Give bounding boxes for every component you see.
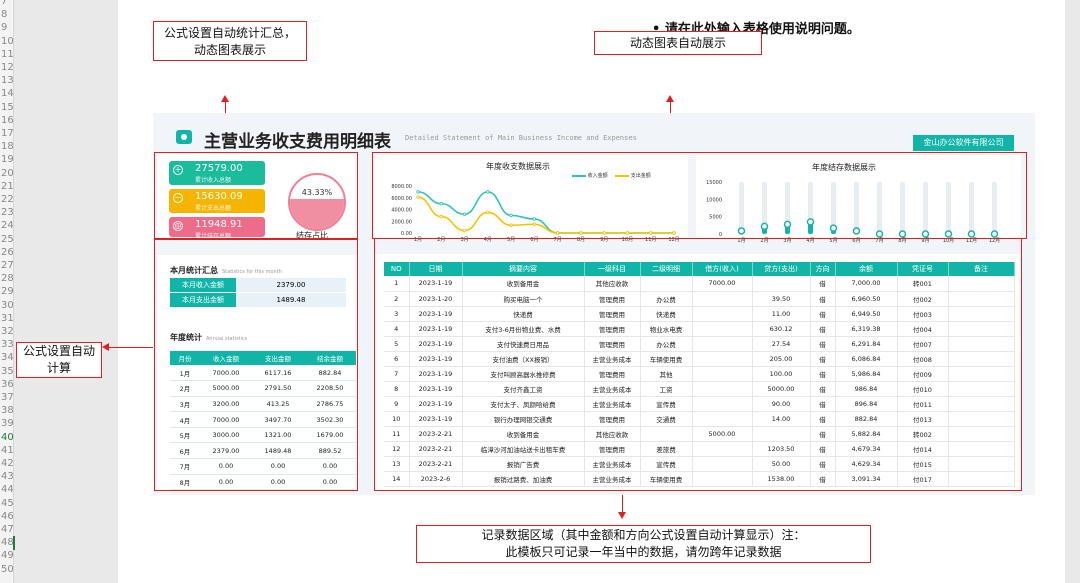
- row-number[interactable]: 27: [1, 260, 14, 272]
- row-number[interactable]: 8: [1, 9, 7, 21]
- row-number[interactable]: 36: [1, 379, 14, 391]
- row-number[interactable]: 26: [1, 247, 14, 259]
- row-number[interactable]: 7: [1, 0, 7, 8]
- row-number[interactable]: 12: [1, 62, 14, 74]
- row-number[interactable]: 40: [1, 432, 14, 444]
- row-number[interactable]: 19: [1, 154, 14, 166]
- callout-auto-calc: 公式设置自动计算: [16, 342, 102, 378]
- spreadsheet-window: 7 8 9 10 11 12 13 14 15 16 17 18 19 20 21 22 23 24 25 26 27 2…: [0, 0, 1080, 583]
- callout-dynamic-chart: 动态图表自动展示: [594, 31, 762, 55]
- row-number[interactable]: 23: [1, 207, 14, 219]
- row-number[interactable]: 37: [1, 392, 14, 404]
- connector-line: [109, 347, 154, 348]
- row-number[interactable]: 41: [1, 445, 14, 457]
- highlight-charts: [372, 152, 1027, 239]
- arrow-up-icon: [666, 95, 674, 102]
- row-number[interactable]: 15: [1, 102, 14, 114]
- report-icon: [176, 130, 192, 144]
- row-number[interactable]: 42: [1, 458, 14, 470]
- row-number[interactable]: 30: [1, 300, 14, 312]
- row-number[interactable]: 39: [1, 418, 14, 430]
- company-badge: 金山办公软件有限公司: [913, 135, 1014, 151]
- row-number[interactable]: 10: [1, 36, 14, 48]
- row-number[interactable]: 46: [1, 511, 14, 523]
- row-number[interactable]: 13: [1, 75, 14, 87]
- highlight-summary: [154, 152, 358, 240]
- row-number[interactable]: 17: [1, 128, 14, 140]
- row-number[interactable]: 49: [1, 550, 14, 562]
- row-number[interactable]: 34: [1, 352, 14, 364]
- row-number[interactable]: 31: [1, 313, 14, 325]
- row-number-gutter: 7 8 9 10 11 12 13 14 15 16 17 18 19 20 21 22 23 24 25 26 27 2…: [0, 0, 14, 583]
- row-number[interactable]: 44: [1, 484, 14, 496]
- dashboard-title: 主营业务收支费用明细表: [204, 132, 391, 152]
- highlight-detail: [374, 238, 1022, 491]
- row-number[interactable]: 35: [1, 366, 14, 378]
- row-number[interactable]: 9: [1, 22, 7, 34]
- callout-record-area: 记录数据区域（其中金额和方向公式设置自动计算显示）注：此模板只可记录一年当中的数…: [416, 525, 871, 563]
- arrow-up-icon: [221, 95, 229, 102]
- row-number[interactable]: 18: [1, 141, 14, 153]
- row-number[interactable]: 38: [1, 405, 14, 417]
- row-number[interactable]: 33: [1, 339, 14, 351]
- row-number[interactable]: 20: [1, 168, 14, 180]
- row-number[interactable]: 21: [1, 181, 14, 193]
- row-number[interactable]: 48: [1, 537, 14, 549]
- row-number[interactable]: 25: [1, 234, 14, 246]
- arrow-left-icon: [102, 343, 109, 351]
- row-number[interactable]: 43: [1, 471, 14, 483]
- dashboard-subtitle: Detailed Statement of Main Business Inco…: [405, 134, 637, 142]
- row-number[interactable]: 16: [1, 115, 14, 127]
- row-number[interactable]: 32: [1, 326, 14, 338]
- row-number[interactable]: 45: [1, 498, 14, 510]
- callout-summary: 公式设置自动统计汇总，动态图表展示: [153, 21, 307, 61]
- row-number[interactable]: 22: [1, 194, 14, 206]
- row-number[interactable]: 28: [1, 273, 14, 285]
- row-number[interactable]: 11: [1, 49, 14, 61]
- row-number[interactable]: 47: [1, 524, 14, 536]
- row-number[interactable]: 24: [1, 220, 14, 232]
- highlight-stats: [154, 238, 358, 491]
- arrow-down-icon: [618, 512, 626, 519]
- row-number[interactable]: 29: [1, 286, 14, 298]
- row-number[interactable]: 50: [1, 564, 14, 576]
- row-number[interactable]: 14: [1, 88, 14, 100]
- active-row-marker: [13, 536, 15, 550]
